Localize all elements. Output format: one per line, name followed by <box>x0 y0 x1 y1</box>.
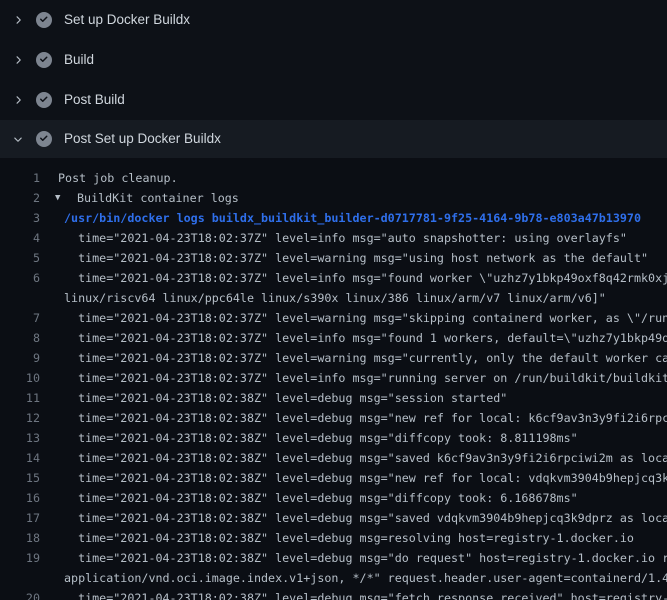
log-text: time="2021-04-23T18:02:38Z" level=debug … <box>64 448 667 468</box>
chevron-right-icon <box>10 52 26 68</box>
line-number[interactable] <box>0 568 40 588</box>
log-text: application/vnd.oci.image.index.v1+json,… <box>64 568 667 588</box>
log-text: Post job cleanup. <box>58 168 178 188</box>
step-label: Post Set up Docker Buildx <box>64 131 221 147</box>
log-text: time="2021-04-23T18:02:38Z" level=debug … <box>64 488 578 508</box>
check-circle-icon <box>36 52 52 68</box>
log-line: 4 time="2021-04-23T18:02:37Z" level=info… <box>0 228 667 248</box>
log-text: time="2021-04-23T18:02:37Z" level=warnin… <box>64 248 648 268</box>
line-number[interactable]: 7 <box>0 308 40 328</box>
log-line: 12 time="2021-04-23T18:02:38Z" level=deb… <box>0 408 667 428</box>
step-header-set-up-docker-buildx[interactable]: Set up Docker Buildx <box>0 0 667 40</box>
log-text: time="2021-04-23T18:02:38Z" level=debug … <box>64 548 667 568</box>
line-number[interactable]: 9 <box>0 348 40 368</box>
log-text: time="2021-04-23T18:02:38Z" level=debug … <box>64 588 667 600</box>
line-number[interactable]: 8 <box>0 328 40 348</box>
log-text: time="2021-04-23T18:02:37Z" level=warnin… <box>64 308 667 328</box>
line-number[interactable]: 15 <box>0 468 40 488</box>
log-text: time="2021-04-23T18:02:38Z" level=debug … <box>64 468 667 488</box>
steps-list: Set up Docker Buildx Build Post Build <box>0 0 667 158</box>
log-line: application/vnd.oci.image.index.v1+json,… <box>0 568 667 588</box>
log-line: 1 Post job cleanup. <box>0 168 667 188</box>
log-text: linux/riscv64 linux/ppc64le linux/s390x … <box>64 288 606 308</box>
line-number[interactable] <box>0 288 40 308</box>
log-line: 10 time="2021-04-23T18:02:37Z" level=inf… <box>0 368 667 388</box>
step-label: Set up Docker Buildx <box>64 12 190 28</box>
check-circle-icon <box>36 12 52 28</box>
log-text: time="2021-04-23T18:02:38Z" level=debug … <box>64 408 667 428</box>
line-number[interactable]: 19 <box>0 548 40 568</box>
log-line: 14 time="2021-04-23T18:02:38Z" level=deb… <box>0 448 667 468</box>
log-text: time="2021-04-23T18:02:38Z" level=debug … <box>64 388 507 408</box>
log-text: time="2021-04-23T18:02:37Z" level=info m… <box>64 228 627 248</box>
line-number[interactable]: 3 <box>0 208 40 228</box>
line-number[interactable]: 4 <box>0 228 40 248</box>
log-line: 9 time="2021-04-23T18:02:37Z" level=warn… <box>0 348 667 368</box>
line-number[interactable]: 5 <box>0 248 40 268</box>
log-line: 19 time="2021-04-23T18:02:38Z" level=deb… <box>0 548 667 568</box>
line-number[interactable]: 11 <box>0 388 40 408</box>
log-text: time="2021-04-23T18:02:38Z" level=debug … <box>64 428 578 448</box>
log-text: time="2021-04-23T18:02:37Z" level=info m… <box>64 268 667 288</box>
log-text: time="2021-04-23T18:02:37Z" level=info m… <box>64 368 667 388</box>
step-label: Post Build <box>64 92 125 108</box>
line-number[interactable]: 6 <box>0 268 40 288</box>
check-circle-icon <box>36 92 52 108</box>
log-text: time="2021-04-23T18:02:38Z" level=debug … <box>64 508 667 528</box>
log-line: 8 time="2021-04-23T18:02:37Z" level=info… <box>0 328 667 348</box>
log-text: time="2021-04-23T18:02:37Z" level=info m… <box>64 328 667 348</box>
line-number[interactable]: 12 <box>0 408 40 428</box>
log-line: 13 time="2021-04-23T18:02:38Z" level=deb… <box>0 428 667 448</box>
line-number[interactable]: 10 <box>0 368 40 388</box>
log-line: 6 time="2021-04-23T18:02:37Z" level=info… <box>0 268 667 288</box>
log-line: 11 time="2021-04-23T18:02:38Z" level=deb… <box>0 388 667 408</box>
actions-log-page: Set up Docker Buildx Build Post Build <box>0 0 667 600</box>
log-viewer: 1 Post job cleanup. 2 ▼ BuildKit contain… <box>0 158 667 600</box>
chevron-right-icon <box>10 92 26 108</box>
log-line: 20 time="2021-04-23T18:02:38Z" level=deb… <box>0 588 667 600</box>
chevron-right-icon <box>10 12 26 28</box>
line-number[interactable]: 13 <box>0 428 40 448</box>
log-line: 15 time="2021-04-23T18:02:38Z" level=deb… <box>0 468 667 488</box>
step-label: Build <box>64 52 94 68</box>
line-number[interactable]: 17 <box>0 508 40 528</box>
log-line: 18 time="2021-04-23T18:02:38Z" level=deb… <box>0 528 667 548</box>
log-line: 17 time="2021-04-23T18:02:38Z" level=deb… <box>0 508 667 528</box>
log-text: time="2021-04-23T18:02:38Z" level=debug … <box>64 528 634 548</box>
log-line: 16 time="2021-04-23T18:02:38Z" level=deb… <box>0 488 667 508</box>
step-header-build[interactable]: Build <box>0 40 667 80</box>
line-number[interactable]: 2 <box>0 188 40 208</box>
log-line: 7 time="2021-04-23T18:02:37Z" level=warn… <box>0 308 667 328</box>
line-number[interactable]: 18 <box>0 528 40 548</box>
line-number[interactable]: 16 <box>0 488 40 508</box>
log-text: /usr/bin/docker logs buildx_buildkit_bui… <box>64 208 641 228</box>
log-line: 2 ▼ BuildKit container logs <box>0 188 667 208</box>
line-number[interactable]: 1 <box>0 168 40 188</box>
check-circle-icon <box>36 131 52 147</box>
log-text: BuildKit container logs <box>77 188 239 208</box>
log-text: time="2021-04-23T18:02:37Z" level=warnin… <box>64 348 667 368</box>
log-lines: 1 Post job cleanup. 2 ▼ BuildKit contain… <box>0 168 667 600</box>
line-number[interactable]: 20 <box>0 588 40 600</box>
log-line: 3 /usr/bin/docker logs buildx_buildkit_b… <box>0 208 667 228</box>
line-number[interactable]: 14 <box>0 448 40 468</box>
step-header-post-build[interactable]: Post Build <box>0 80 667 120</box>
log-line: linux/riscv64 linux/ppc64le linux/s390x … <box>0 288 667 308</box>
log-line: 5 time="2021-04-23T18:02:37Z" level=warn… <box>0 248 667 268</box>
group-toggle-triangle-down-icon[interactable]: ▼ <box>55 188 71 208</box>
chevron-down-icon <box>10 131 26 147</box>
step-header-post-set-up-docker-buildx[interactable]: Post Set up Docker Buildx <box>0 120 667 158</box>
